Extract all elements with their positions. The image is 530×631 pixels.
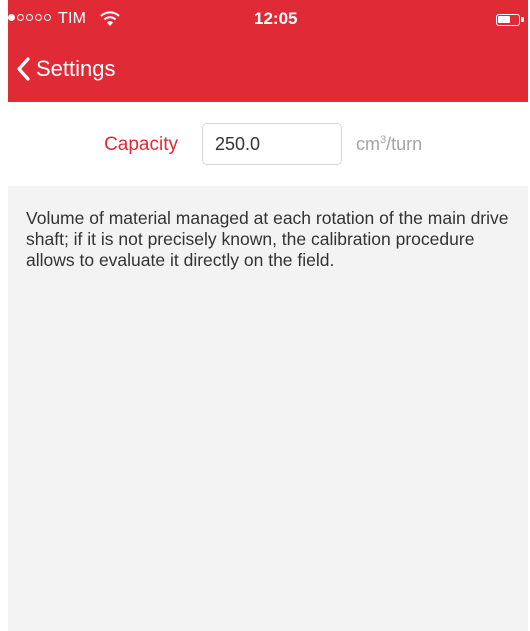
status-time: 12:05 — [254, 9, 298, 28]
signal-strength-icon — [8, 14, 51, 21]
wifi-icon — [100, 11, 120, 26]
capacity-row: Capacity cm3/turn — [0, 102, 530, 186]
description-panel: Volume of material managed at each rotat… — [8, 186, 528, 631]
battery-icon — [496, 14, 524, 26]
header: TIM 12:05 Settings — [8, 0, 528, 102]
carrier-name: TIM — [58, 10, 87, 27]
capacity-description: Volume of material managed at each rotat… — [26, 208, 509, 270]
capacity-unit: cm3/turn — [356, 134, 423, 154]
status-bar: TIM 12:05 — [8, 0, 528, 40]
back-button[interactable]: Settings — [16, 52, 116, 86]
capacity-input[interactable] — [202, 123, 342, 165]
chevron-left-icon — [17, 57, 30, 81]
nav-bar: Settings — [8, 40, 528, 102]
screen: TIM 12:05 Settings Capacity cm3/tu — [0, 0, 530, 631]
capacity-label: Capacity — [104, 134, 178, 155]
back-button-label: Settings — [36, 56, 116, 81]
